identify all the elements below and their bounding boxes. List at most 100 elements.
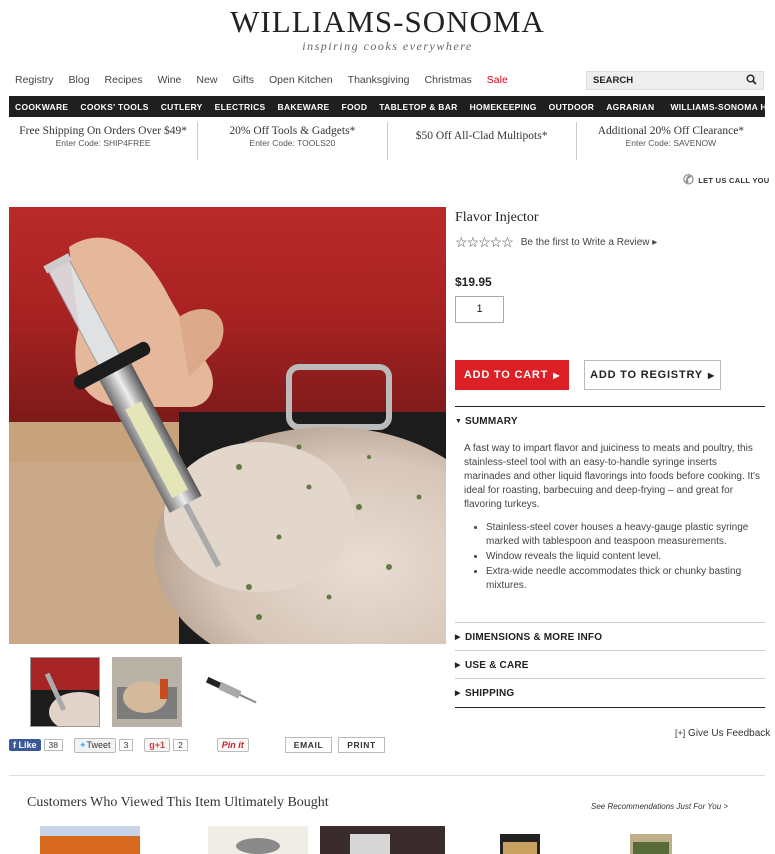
category-agrarian[interactable]: AGRARIAN — [600, 102, 660, 112]
call-us-link[interactable]: ✆ LET US CALL YOU — [683, 172, 770, 188]
chevron-right-icon: ▶ — [707, 370, 715, 380]
thumbnail-1[interactable] — [30, 657, 100, 727]
category-tabletop-bar[interactable]: TABLETOP & BAR — [373, 102, 463, 112]
category-cutlery[interactable]: CUTLERY — [155, 102, 209, 112]
accordion-use-care-label: USE & CARE — [465, 660, 529, 671]
category-bakeware[interactable]: BAKEWARE — [272, 102, 336, 112]
promo-title: Additional 20% Off Clearance* — [597, 125, 745, 137]
product-price: $19.95 — [455, 275, 492, 289]
tweet-count: 3 — [118, 739, 134, 751]
chevron-right-icon: ▶ — [455, 634, 461, 641]
tweet-label: Tweet — [86, 739, 111, 750]
top-nav-open-kitchen[interactable]: Open Kitchen — [269, 74, 333, 86]
promo-item[interactable]: Additional 20% Off Clearance* Enter Code… — [577, 122, 765, 160]
write-review-link[interactable]: Be the first to Write a Review ▸ — [521, 237, 658, 248]
top-nav-recipes[interactable]: Recipes — [105, 74, 143, 86]
call-us-label: LET US CALL YOU — [698, 175, 770, 185]
facebook-icon: f — [13, 740, 16, 750]
accordion-shipping[interactable]: ▶ SHIPPING — [455, 678, 765, 707]
add-to-cart-label: ADD TO CART — [463, 369, 549, 381]
promo-title: $50 Off All-Clad Multipots* — [415, 130, 548, 142]
product-title: Flavor Injector — [455, 210, 539, 225]
accordion-bottom-divider — [455, 707, 765, 708]
top-nav-registry[interactable]: Registry — [15, 74, 54, 86]
site-logo[interactable]: WILLIAMS-SONOMA — [0, 4, 775, 40]
list-item: Extra-wide needle accommodates thick or … — [486, 565, 764, 593]
thumbnail-3[interactable] — [194, 657, 264, 727]
see-recommendations-link[interactable]: See Recommendations Just For You > — [591, 802, 728, 811]
add-to-registry-button[interactable]: ADD TO REGISTRY ▶ — [584, 360, 721, 390]
top-nav: Registry Blog Recipes Wine New Gifts Ope… — [15, 74, 508, 86]
site-tagline: inspiring cooks everywhere — [302, 39, 473, 53]
promo-item[interactable]: 20% Off Tools & Gadgets* Enter Code: TOO… — [198, 122, 388, 160]
top-nav-thanksgiving[interactable]: Thanksgiving — [348, 74, 410, 86]
category-electrics[interactable]: ELECTRICS — [209, 102, 272, 112]
promo-item[interactable]: $50 Off All-Clad Multipots* — [388, 122, 577, 160]
category-outdoor[interactable]: OUTDOOR — [543, 102, 601, 112]
accordion-shipping-label: SHIPPING — [465, 688, 515, 699]
top-nav-wine[interactable]: Wine — [157, 74, 181, 86]
add-to-cart-button[interactable]: ADD TO CART ▶ — [455, 360, 569, 390]
promo-title: 20% Off Tools & Gadgets* — [229, 125, 356, 137]
search-input[interactable]: SEARCH — [586, 71, 764, 90]
category-nav: COOKWARE COOKS' TOOLS CUTLERY ELECTRICS … — [9, 96, 775, 117]
recommendations-strip — [40, 826, 740, 854]
feedback-link[interactable]: [+] Give Us Feedback — [675, 728, 770, 739]
accordion-summary-label: SUMMARY — [465, 416, 518, 427]
twitter-icon: ✦ — [79, 739, 87, 750]
promo-code: Enter Code: TOOLS20 — [249, 138, 336, 148]
recommendation-item-1 — [40, 826, 140, 854]
summary-content: A fast way to impart flavor and juicines… — [464, 442, 764, 594]
recommendation-item-2 — [208, 826, 308, 854]
quantity-input[interactable]: 1 — [455, 296, 504, 323]
search-icon[interactable] — [746, 74, 757, 88]
feedback-label: Give Us Feedback — [688, 728, 771, 739]
chevron-down-icon: ▼ — [455, 418, 463, 425]
search-label: SEARCH — [593, 75, 634, 86]
list-item: Window reveals the liquid content level. — [486, 550, 764, 564]
social-share-bar: f Like 38 ✦Tweet 3 g+1 2 Pin it EMAIL PR… — [9, 737, 385, 753]
promo-code: Enter Code: SHIP4FREE — [55, 138, 151, 148]
facebook-count: 38 — [43, 739, 63, 751]
thumbnail-2[interactable] — [112, 657, 182, 727]
rating-stars-icon: ☆☆☆☆☆ — [455, 234, 514, 250]
top-nav-new[interactable]: New — [196, 74, 217, 86]
summary-bullets: Stainless-steel cover houses a heavy-gau… — [464, 521, 764, 593]
thumbnail-strip — [30, 657, 264, 727]
print-button[interactable]: PRINT — [338, 737, 385, 753]
category-cookware[interactable]: COOKWARE — [9, 102, 74, 112]
chevron-right-icon: ▶ — [455, 690, 461, 697]
accordion-summary[interactable]: ▼ SUMMARY — [455, 406, 765, 435]
recommendations-title: Customers Who Viewed This Item Ultimatel… — [27, 795, 329, 810]
summary-text: A fast way to impart flavor and juicines… — [464, 443, 760, 510]
promo-title: Free Shipping On Orders Over $49* — [19, 125, 187, 137]
top-nav-christmas[interactable]: Christmas — [425, 74, 472, 86]
chevron-right-icon: ▶ — [553, 370, 561, 380]
facebook-like-label: Like — [18, 740, 37, 750]
google-plus-count: 2 — [173, 739, 188, 751]
google-plus-button[interactable]: g+1 — [144, 738, 171, 752]
recommendation-item-3 — [320, 826, 445, 854]
product-main-image[interactable] — [9, 207, 446, 644]
accordion-dimensions[interactable]: ▶ DIMENSIONS & MORE INFO — [455, 622, 765, 651]
top-nav-blog[interactable]: Blog — [69, 74, 90, 86]
accordion-use-care[interactable]: ▶ USE & CARE — [455, 650, 765, 679]
category-cooks-tools[interactable]: COOKS' TOOLS — [74, 102, 154, 112]
plus-box-icon: [+] — [675, 728, 686, 738]
category-homekeeping[interactable]: HOMEKEEPING — [464, 102, 543, 112]
recommendation-item-4 — [500, 834, 540, 854]
facebook-like-button[interactable]: f Like — [9, 739, 41, 751]
top-nav-gifts[interactable]: Gifts — [232, 74, 254, 86]
list-item: Stainless-steel cover houses a heavy-gau… — [486, 521, 764, 549]
write-review-label: Be the first to Write a Review — [520, 237, 650, 248]
promo-bar: Free Shipping On Orders Over $49* Enter … — [9, 122, 765, 160]
category-food[interactable]: FOOD — [336, 102, 374, 112]
email-button[interactable]: EMAIL — [284, 737, 333, 753]
pinterest-button[interactable]: Pin it — [216, 738, 249, 752]
promo-item[interactable]: Free Shipping On Orders Over $49* Enter … — [9, 122, 199, 160]
phone-icon: ✆ — [683, 172, 695, 187]
tweet-button[interactable]: ✦Tweet — [74, 737, 116, 753]
category-ws-home[interactable]: WILLIAMS-SONOMA HOME — [664, 102, 775, 112]
chevron-right-icon: ▶ — [455, 662, 461, 669]
top-nav-sale[interactable]: Sale — [487, 74, 508, 86]
